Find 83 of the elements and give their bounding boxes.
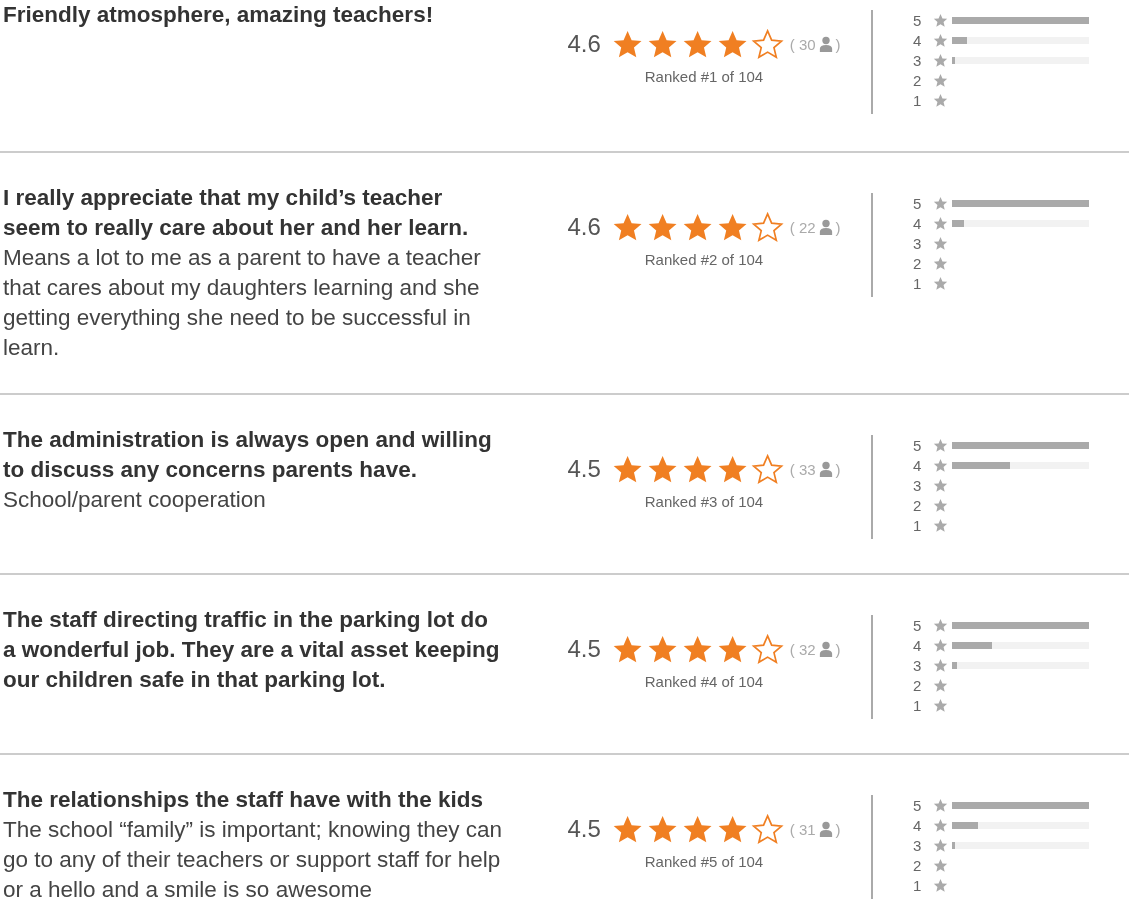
- star-icon: [933, 235, 948, 251]
- star-icon: [933, 72, 948, 88]
- rank-text: Ranked #5 of 104: [644, 853, 764, 870]
- review-count: ( 32: [789, 640, 816, 658]
- star-icon: [933, 275, 948, 291]
- review-count: ): [835, 820, 841, 838]
- star-icon: [933, 195, 948, 211]
- star-icon: [933, 817, 948, 833]
- rank-text: Ranked #4 of 104: [644, 673, 764, 690]
- star-level-label: 2: [913, 254, 923, 272]
- star-level-label: 3: [913, 476, 923, 494]
- star-level-label: 2: [913, 71, 923, 89]
- star-icon: [933, 657, 948, 673]
- review-count: ( 22: [789, 218, 816, 236]
- star-icon: [933, 797, 948, 813]
- star-level-label: 3: [913, 656, 923, 674]
- star-level-label: 3: [913, 51, 923, 69]
- person-icon: [818, 641, 833, 657]
- review-count: ( 33: [789, 460, 816, 478]
- review-title: The administration is always open and willing to discuss any concerns parents have.: [3, 426, 493, 484]
- person-icon: [818, 36, 833, 52]
- review-title: Friendly atmosphere, amazing teachers!: [3, 1, 435, 29]
- review-text: School/parent cooperation: [3, 486, 267, 514]
- review-count: ( 30: [789, 35, 816, 53]
- review-count: ): [835, 218, 841, 236]
- rating-score: 4.6: [567, 30, 601, 58]
- star-level-label: 2: [913, 496, 923, 514]
- review-title: The relationships the staff have with the kids: [3, 786, 485, 814]
- star-icon: [933, 497, 948, 513]
- star-level-label: 5: [913, 194, 923, 212]
- review-text: Means a lot to me as a parent to have a teacher that cares about my daughters learning and she getting everything she need to be successful in learn.: [3, 244, 482, 362]
- star-icon: [933, 837, 948, 853]
- star-level-label: 4: [913, 636, 923, 654]
- review-title: I really appreciate that my child’s teacher seem to really care about her and her learn.: [3, 184, 470, 242]
- star-icon: [933, 677, 948, 693]
- star-level-label: 5: [913, 796, 923, 814]
- star-level-label: 1: [913, 696, 923, 714]
- star-level-label: 2: [913, 856, 923, 874]
- review-title: The staff directing traffic in the parking lot do a wonderful job. They are a vital asset keeping our children safe in that parking lot.: [3, 606, 501, 694]
- star-level-label: 5: [913, 436, 923, 454]
- star-icon: [933, 637, 948, 653]
- star-icon: [933, 255, 948, 271]
- star-icon: [933, 517, 948, 533]
- star-icon: [933, 12, 948, 28]
- rating-score: 4.5: [567, 635, 601, 663]
- review-text: The school “family” is important; knowing they can go to any of their teachers or support staff for help or a hello and a smile is so awesome: [3, 816, 503, 902]
- star-icon: [933, 32, 948, 48]
- star-icon: [933, 857, 948, 873]
- person-icon: [818, 219, 833, 235]
- star-level-label: 5: [913, 616, 923, 634]
- review-count: ): [835, 460, 841, 478]
- star-icon: [933, 477, 948, 493]
- star-level-label: 1: [913, 516, 923, 534]
- rating-score: 4.5: [567, 815, 601, 843]
- star-icon: [933, 877, 948, 893]
- star-icon: [933, 437, 948, 453]
- star-level-label: 4: [913, 816, 923, 834]
- star-icon: [933, 52, 948, 68]
- review-count: ( 31: [789, 820, 816, 838]
- star-level-label: 4: [913, 456, 923, 474]
- star-level-label: 2: [913, 676, 923, 694]
- person-icon: [818, 821, 833, 837]
- star-icon: [933, 92, 948, 108]
- person-icon: [818, 461, 833, 477]
- star-level-label: 3: [913, 234, 923, 252]
- star-level-label: 3: [913, 836, 923, 854]
- star-level-label: 1: [913, 876, 923, 894]
- review-count: ): [835, 35, 841, 53]
- star-level-label: 4: [913, 31, 923, 49]
- star-icon: [933, 457, 948, 473]
- rating-score: 4.5: [567, 455, 601, 483]
- rank-text: Ranked #3 of 104: [644, 493, 764, 510]
- star-icon: [933, 617, 948, 633]
- star-level-label: 5: [913, 11, 923, 29]
- rank-text: Ranked #2 of 104: [644, 251, 764, 268]
- star-level-label: 4: [913, 214, 923, 232]
- star-level-label: 1: [913, 91, 923, 109]
- star-icon: [933, 697, 948, 713]
- rating-score: 4.6: [567, 213, 601, 241]
- rank-text: Ranked #1 of 104: [644, 68, 764, 85]
- review-count: ): [835, 640, 841, 658]
- star-icon: [933, 215, 948, 231]
- star-level-label: 1: [913, 274, 923, 292]
